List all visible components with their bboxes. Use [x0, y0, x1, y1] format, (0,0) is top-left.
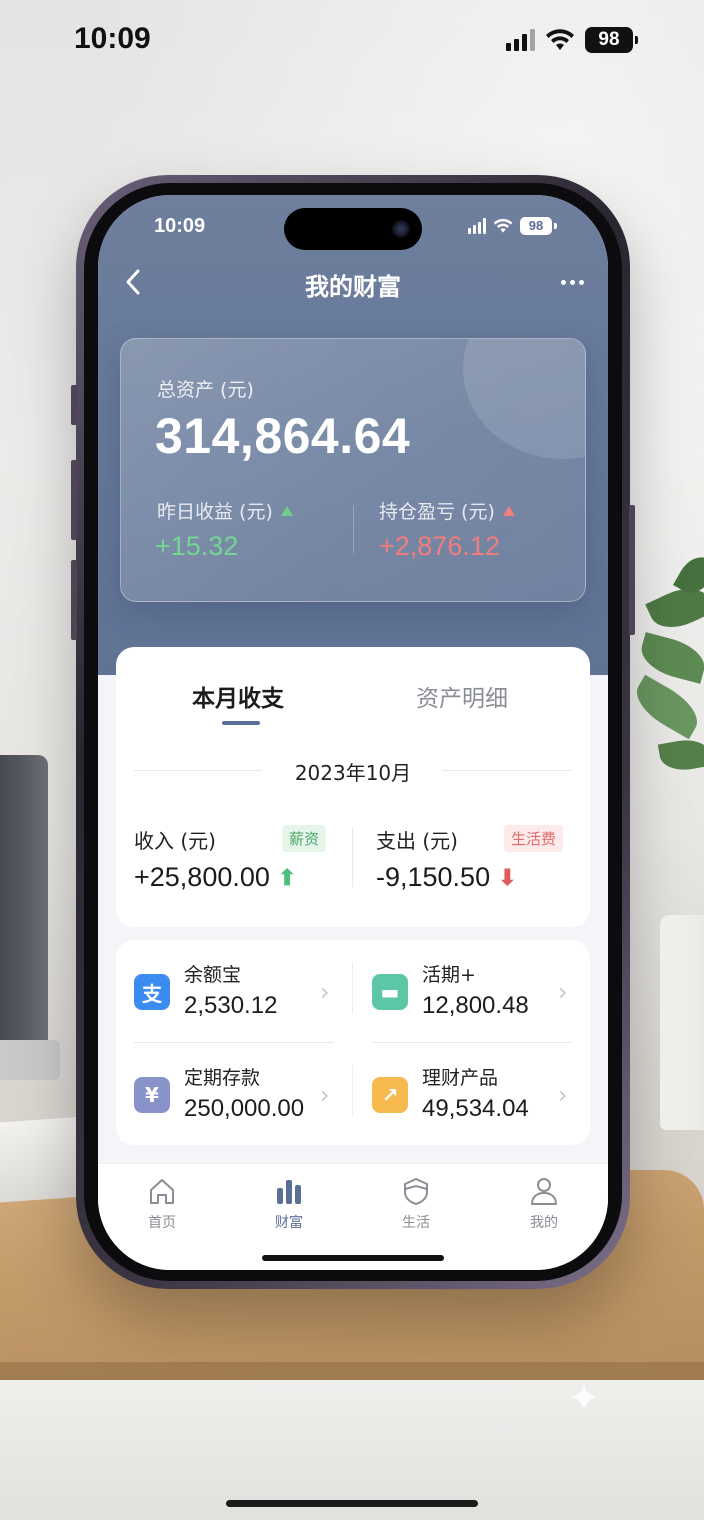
background-laptop	[0, 755, 48, 1055]
side-button	[71, 560, 77, 640]
expense-value: -9,150.50	[376, 862, 491, 892]
account-value: 250,000.00	[184, 1095, 305, 1122]
account-yuebao[interactable]: 支 余额宝 2,530.12 ›	[134, 960, 334, 1040]
tab-mine[interactable]: 我的	[504, 1174, 584, 1232]
tab-monthly[interactable]: 本月收支	[192, 679, 284, 713]
signal-icon	[468, 218, 486, 234]
divider	[372, 1042, 572, 1043]
expense-label: 支出 (元)	[376, 829, 458, 853]
card-decoration	[463, 339, 585, 459]
sparkle-icon: ✦	[567, 1376, 601, 1422]
tab-wealth[interactable]: 财富	[249, 1174, 329, 1232]
holding-pnl-label-row: 持仓盈亏 (元)	[379, 497, 515, 524]
battery-indicator: 98	[585, 27, 638, 53]
bottom-tab-bar: 首页 财富 生活 我的	[98, 1163, 608, 1270]
user-icon	[504, 1174, 584, 1208]
account-wealth-products[interactable]: ↗ 理财产品 49,534.04 ›	[372, 1063, 572, 1143]
up-triangle-icon	[280, 505, 293, 516]
signal-icon	[506, 29, 535, 51]
alipay-icon: 支	[134, 974, 170, 1010]
account-value: 2,530.12	[184, 992, 278, 1019]
divider	[352, 827, 353, 887]
arrow-down-icon: ⬇	[498, 864, 517, 890]
monthly-summary-card: 本月收支 资产明细 2023年10月 收入 (元) 薪资 +25,800.00 …	[116, 647, 590, 927]
more-button[interactable]	[552, 267, 592, 297]
yesterday-income-label: 昨日收益 (元)	[157, 501, 273, 523]
bar-chart-icon	[249, 1174, 329, 1208]
tab-label: 我的	[530, 1215, 558, 1231]
total-assets-label: 总资产 (元)	[157, 379, 254, 401]
up-triangle-icon	[502, 505, 515, 516]
tab-asset-details[interactable]: 资产明细	[416, 679, 508, 713]
shield-icon	[376, 1174, 456, 1208]
status-icons: 98	[468, 217, 557, 235]
background-laptop-base	[0, 1040, 60, 1080]
chevron-right-icon: ›	[320, 978, 330, 1006]
outer-home-indicator	[226, 1500, 478, 1507]
side-button	[71, 385, 77, 425]
income-label: 收入 (元)	[134, 829, 216, 853]
chevron-right-icon: ›	[558, 1081, 568, 1109]
account-fixed-deposit[interactable]: ¥ 定期存款 250,000.00 ›	[134, 1063, 334, 1143]
divider	[134, 1042, 334, 1043]
account-name: 理财产品	[422, 1067, 499, 1089]
account-current-plus[interactable]: ▬ 活期+ 12,800.48 ›	[372, 960, 572, 1040]
tab-label: 财富	[275, 1215, 303, 1231]
outer-status-icons: 98	[506, 24, 638, 56]
chevron-right-icon: ›	[320, 1081, 330, 1109]
divider	[352, 1065, 353, 1117]
page-title: 我的财富	[305, 273, 401, 301]
phone-screen: 10:09 98 我的财富 总资产 (元) 314,864.64 昨日收益 (元…	[98, 195, 608, 1270]
chart-growth-icon: ↗	[372, 1077, 408, 1113]
total-assets-card[interactable]: 总资产 (元) 314,864.64 昨日收益 (元) +15.32 持仓盈亏 …	[120, 338, 586, 602]
wifi-icon	[546, 29, 574, 50]
account-name: 余额宝	[184, 964, 242, 986]
accounts-card: 支 余额宝 2,530.12 › ▬ 活期+ 12,800.48 › ¥ 定期存…	[116, 940, 590, 1145]
arrow-up-icon: ⬆	[277, 864, 297, 890]
background-notebook	[0, 1116, 80, 1204]
yesterday-income-label-row: 昨日收益 (元)	[157, 497, 293, 524]
more-dots-icon	[560, 279, 566, 285]
side-button	[71, 460, 77, 540]
account-value: 12,800.48	[422, 992, 529, 1019]
account-value: 49,534.04	[422, 1095, 529, 1122]
account-name: 活期+	[422, 964, 476, 986]
tab-life[interactable]: 生活	[376, 1174, 456, 1232]
side-button	[629, 505, 635, 635]
plant-pot	[660, 915, 704, 1130]
income-value-row: +25,800.00 ⬆	[134, 862, 296, 893]
yesterday-income-value: +15.32	[155, 531, 239, 561]
home-icon	[122, 1174, 202, 1208]
status-time: 10:09	[154, 215, 206, 237]
wallet-icon: ▬	[372, 974, 408, 1010]
income-tag: 薪资	[282, 825, 327, 852]
wifi-icon	[493, 218, 513, 233]
tab-label: 首页	[148, 1215, 176, 1231]
total-assets-value: 314,864.64	[155, 408, 411, 464]
holding-pnl-label: 持仓盈亏 (元)	[379, 501, 495, 523]
tab-home[interactable]: 首页	[122, 1174, 202, 1232]
chevron-right-icon: ›	[558, 978, 568, 1006]
outer-status-time: 10:09	[74, 22, 151, 55]
battery-indicator: 98	[520, 217, 557, 235]
divider	[352, 962, 353, 1014]
expense-tag: 生活费	[504, 825, 564, 852]
month-date[interactable]: 2023年10月	[116, 757, 590, 786]
home-indicator	[262, 1255, 444, 1261]
camera-icon	[392, 220, 410, 238]
income-value: +25,800.00	[134, 862, 270, 892]
holding-pnl-value: +2,876.12	[379, 531, 500, 561]
tab-label: 生活	[402, 1215, 430, 1231]
more-dot	[569, 279, 575, 285]
account-name: 定期存款	[184, 1067, 261, 1089]
tab-indicator	[222, 721, 260, 725]
expense-value-row: -9,150.50 ⬇	[376, 862, 517, 893]
phone-device: 10:09 98 我的财富 总资产 (元) 314,864.64 昨日收益 (元…	[71, 175, 635, 1289]
more-dot	[578, 279, 584, 285]
deposit-icon: ¥	[134, 1077, 170, 1113]
dynamic-island	[284, 208, 422, 250]
divider	[353, 505, 354, 553]
